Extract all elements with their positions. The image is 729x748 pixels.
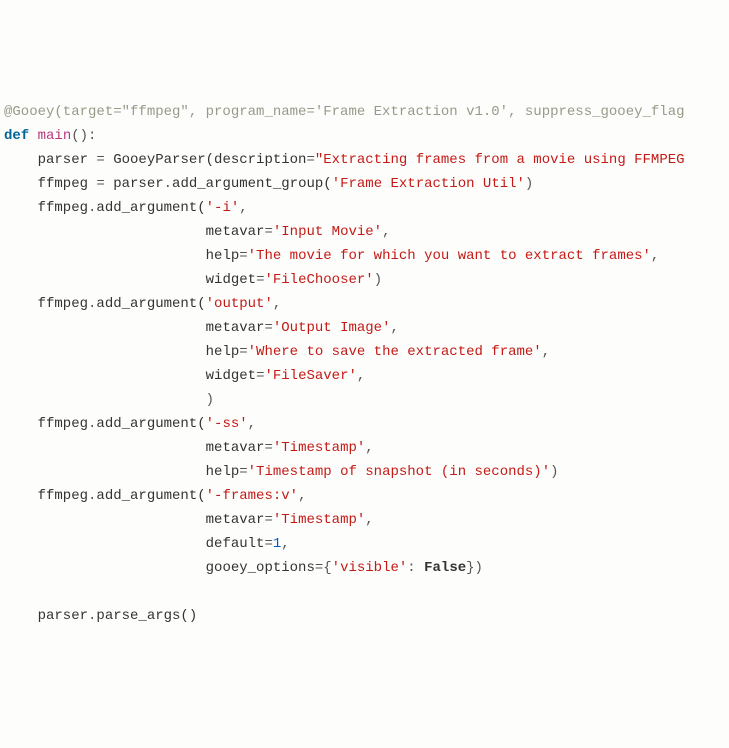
paren-colon: (): <box>71 128 96 144</box>
l19-comma: , <box>281 536 289 552</box>
l11-string: 'Where to save the extracted frame' <box>248 344 542 360</box>
l10-string: 'Output Image' <box>273 320 391 336</box>
op-eq: = <box>264 440 272 456</box>
l20-gooeyopts: gooey_options <box>206 560 315 576</box>
l15-string: 'Timestamp' <box>273 440 365 456</box>
l14-addarg: add_argument( <box>96 416 205 432</box>
l12-string: 'FileSaver' <box>264 368 356 384</box>
indent <box>4 248 206 264</box>
op-eq: = <box>306 152 314 168</box>
indent <box>4 344 206 360</box>
l9-ffmpeg: ffmpeg <box>4 296 88 312</box>
l14-string: '-ss' <box>206 416 248 432</box>
l20-false: False <box>424 560 466 576</box>
op-eq: = <box>315 560 323 576</box>
l20-brace: { <box>323 560 331 576</box>
code-block: @Gooey(target="ffmpeg", program_name='Fr… <box>0 96 729 628</box>
func-name: main <box>38 128 72 144</box>
op-eq: = <box>264 224 272 240</box>
l14-ffmpeg: ffmpeg <box>4 416 88 432</box>
indent <box>4 272 206 288</box>
l8-close: ) <box>374 272 382 288</box>
l8-widget: widget <box>206 272 256 288</box>
l16-help: help <box>206 464 240 480</box>
l5-comma: , <box>239 200 247 216</box>
l15-comma: , <box>365 440 373 456</box>
decorator-line: @Gooey(target="ffmpeg", program_name='Fr… <box>4 104 685 120</box>
op-eq: = <box>239 344 247 360</box>
l19-num: 1 <box>273 536 281 552</box>
l3-gooeyparser: GooeyParser(description <box>105 152 307 168</box>
l6-metavar: metavar <box>206 224 265 240</box>
l16-close: ) <box>550 464 558 480</box>
indent <box>4 560 206 576</box>
l11-comma: , <box>542 344 550 360</box>
op-eq: = <box>96 152 104 168</box>
l16-string: 'Timestamp of snapshot (in seconds)' <box>248 464 550 480</box>
indent <box>4 536 206 552</box>
op-dot: . <box>88 608 96 624</box>
op-eq: = <box>264 512 272 528</box>
l22-parser: parser <box>4 608 88 624</box>
indent <box>4 392 206 408</box>
l10-metavar: metavar <box>206 320 265 336</box>
l7-comma: , <box>651 248 659 264</box>
l18-metavar: metavar <box>206 512 265 528</box>
indent <box>4 224 206 240</box>
indent <box>4 320 206 336</box>
l4-string: 'Frame Extraction Util' <box>332 176 525 192</box>
l5-addarg: add_argument( <box>96 200 205 216</box>
l17-ffmpeg: ffmpeg <box>4 488 88 504</box>
l19-default: default <box>206 536 265 552</box>
l12-comma: , <box>357 368 365 384</box>
l18-comma: , <box>365 512 373 528</box>
l3-parser: parser <box>4 152 96 168</box>
op-eq: = <box>239 464 247 480</box>
l6-string: 'Input Movie' <box>273 224 382 240</box>
op-eq: = <box>264 320 272 336</box>
l15-metavar: metavar <box>206 440 265 456</box>
indent <box>4 464 206 480</box>
indent <box>4 440 206 456</box>
keyword-def: def <box>4 128 29 144</box>
l10-comma: , <box>390 320 398 336</box>
l9-addarg: add_argument( <box>96 296 205 312</box>
l17-addarg: add_argument( <box>96 488 205 504</box>
l8-string: 'FileChooser' <box>264 272 373 288</box>
l11-help: help <box>206 344 240 360</box>
l4-parser: parser <box>105 176 164 192</box>
l17-comma: , <box>298 488 306 504</box>
l18-string: 'Timestamp' <box>273 512 365 528</box>
l22-parseargs: parse_args() <box>96 608 197 624</box>
op-dot: . <box>164 176 172 192</box>
l20-key: 'visible' <box>332 560 408 576</box>
l9-string: 'output' <box>206 296 273 312</box>
l13-close: ) <box>206 392 214 408</box>
l7-string: 'The movie for which you want to extract… <box>248 248 651 264</box>
l9-comma: , <box>273 296 281 312</box>
l6-comma: , <box>382 224 390 240</box>
indent <box>4 512 206 528</box>
l4-ffmpeg: ffmpeg <box>4 176 96 192</box>
l5-ffmpeg: ffmpeg <box>4 200 88 216</box>
l14-comma: , <box>248 416 256 432</box>
op-eq: = <box>239 248 247 264</box>
l3-string: "Extracting frames from a movie using FF… <box>315 152 685 168</box>
l4-close: ) <box>525 176 533 192</box>
l20-close: }) <box>466 560 483 576</box>
l12-widget: widget <box>206 368 256 384</box>
l5-string: '-i' <box>206 200 240 216</box>
op-eq: = <box>96 176 104 192</box>
op-eq: = <box>264 536 272 552</box>
l20-colon: : <box>407 560 424 576</box>
l4-addgroup: add_argument_group( <box>172 176 332 192</box>
indent <box>4 368 206 384</box>
l7-help: help <box>206 248 240 264</box>
l17-string: '-frames:v' <box>206 488 298 504</box>
